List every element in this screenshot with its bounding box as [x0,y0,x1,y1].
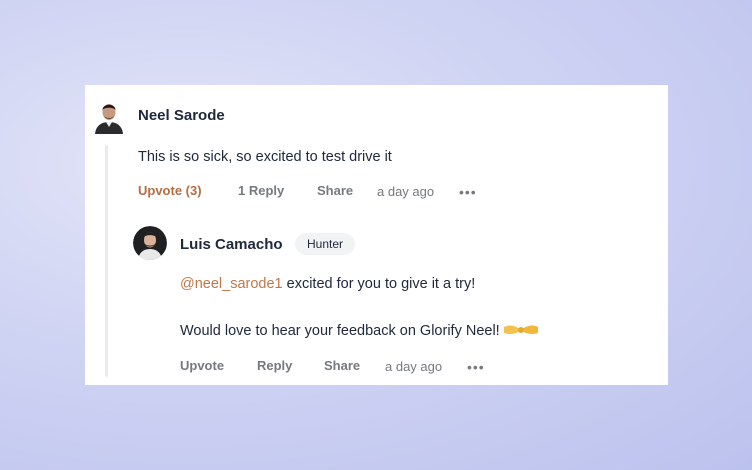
comment-author[interactable]: Neel Sarode [138,107,225,124]
comment-timestamp: a day ago [377,184,435,199]
reply-body-line2: Would love to hear your feedback on Glor… [180,323,540,341]
share-button[interactable]: Share [317,183,353,198]
thread-line [105,145,108,377]
replies-button[interactable]: 1 Reply [238,183,284,198]
reply-share-button[interactable]: Share [324,358,360,373]
user-avatar-icon [93,98,125,134]
user-mention[interactable]: @neel_sarode1 [180,276,283,292]
reply-author[interactable]: Luis Camacho [180,236,283,253]
upvote-button[interactable]: Upvote (3) [138,183,202,198]
hunter-badge: Hunter [295,233,356,255]
comment-body: This is so sick, so excited to test driv… [138,149,392,165]
more-dots-icon[interactable]: ••• [459,185,477,199]
more-dots-icon-reply[interactable]: ••• [467,360,485,374]
reply-body-line1: @neel_sarode1 excited for you to give it… [180,276,475,292]
avatar-neel[interactable] [93,98,125,134]
reply-upvote-button[interactable]: Upvote [180,358,224,373]
handshake-icon [502,323,540,341]
avatar-luis[interactable] [133,226,167,260]
reply-body-text-2: Would love to hear your feedback on Glor… [180,323,500,339]
reply-body-text: excited for you to give it a try! [282,276,476,292]
reply-reply-button[interactable]: Reply [257,358,292,373]
user-avatar-icon [133,226,167,260]
reply-timestamp: a day ago [385,359,443,374]
